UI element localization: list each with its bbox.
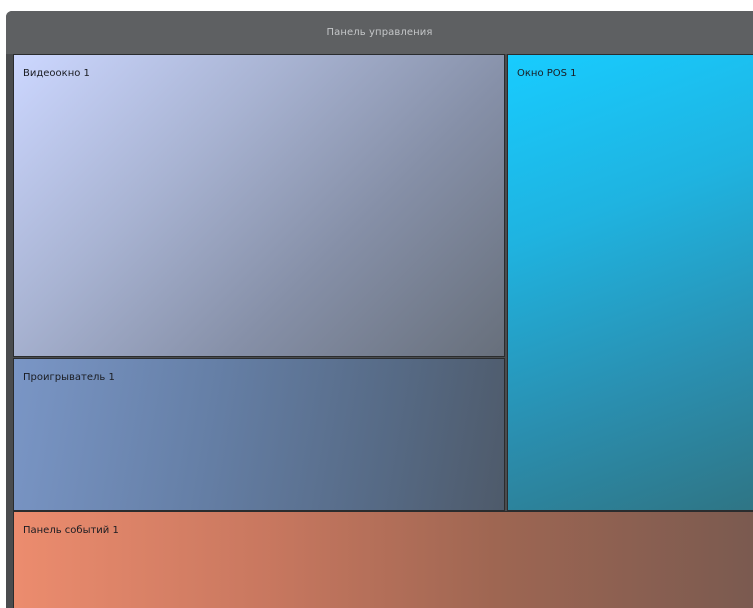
control-panel-bar[interactable]: Панель управления [6, 11, 753, 54]
pos-window-pane[interactable]: Окно POS 1 [507, 54, 753, 511]
layout-editor: Панель управления Видеоокно 1 Проигрыват… [0, 0, 753, 608]
events-panel-pane[interactable]: Панель событий 1 [13, 511, 753, 608]
pos-window-label: Окно POS 1 [517, 68, 577, 79]
events-panel-label: Панель событий 1 [23, 525, 119, 536]
video-window-label: Видеоокно 1 [23, 68, 90, 79]
control-panel-title: Панель управления [326, 27, 433, 38]
player-pane[interactable]: Проигрыватель 1 [13, 358, 505, 511]
player-label: Проигрыватель 1 [23, 372, 115, 383]
video-window-pane[interactable]: Видеоокно 1 [13, 54, 505, 357]
